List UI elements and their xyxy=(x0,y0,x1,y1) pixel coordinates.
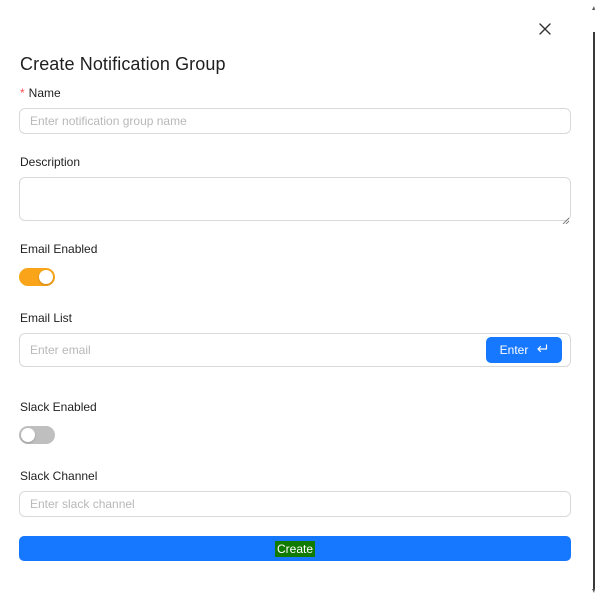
email-list-label: Email List xyxy=(20,311,73,325)
email-enabled-label: Email Enabled xyxy=(20,242,98,256)
close-icon xyxy=(539,22,551,40)
toggle-knob xyxy=(21,428,35,442)
name-label-text: Name xyxy=(28,86,61,100)
slack-channel-input[interactable] xyxy=(19,491,571,517)
name-label: * Name xyxy=(20,86,61,100)
create-button-label: Create xyxy=(274,540,316,557)
slack-enabled-toggle[interactable] xyxy=(19,426,55,444)
slack-enabled-label: Slack Enabled xyxy=(20,400,97,414)
slack-channel-label: Slack Channel xyxy=(20,469,98,483)
name-input[interactable] xyxy=(19,108,571,134)
email-enabled-toggle[interactable] xyxy=(19,268,55,286)
description-label: Description xyxy=(20,155,81,169)
resize-grip-icon[interactable] xyxy=(562,211,570,225)
close-button[interactable] xyxy=(533,20,557,42)
create-notification-group-modal: Create Notification Group *Name Descript… xyxy=(0,0,595,597)
enter-button-label: Enter xyxy=(499,343,529,357)
toggle-knob xyxy=(39,270,53,284)
required-mark: * xyxy=(20,86,25,100)
modal-title: Create Notification Group xyxy=(20,54,226,74)
description-textarea[interactable] xyxy=(19,177,571,221)
enter-button[interactable]: Enter xyxy=(486,337,562,363)
create-button[interactable]: Create xyxy=(19,536,571,561)
email-list-field: Enter xyxy=(19,333,571,367)
enter-return-icon xyxy=(536,343,548,357)
email-input[interactable] xyxy=(20,334,480,366)
